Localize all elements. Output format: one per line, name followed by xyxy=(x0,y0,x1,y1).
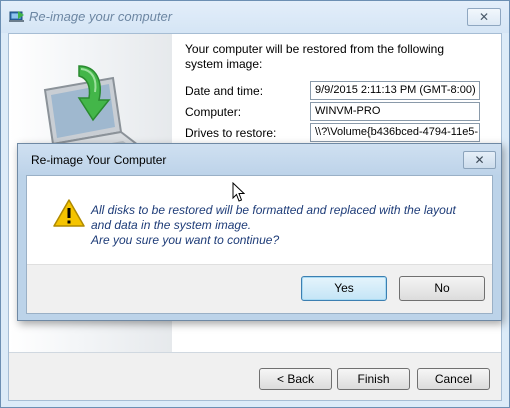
dialog-close-button[interactable]: ✕ xyxy=(463,151,496,169)
drives-to-restore-field[interactable]: \\?\Volume{b436bced-4794-11e5- xyxy=(310,123,480,142)
message-line: All disks to be restored will be formatt… xyxy=(91,203,456,217)
warning-icon xyxy=(53,199,85,227)
cancel-button[interactable]: Cancel xyxy=(417,368,490,390)
no-button[interactable]: No xyxy=(399,276,485,301)
close-icon: ✕ xyxy=(478,10,490,24)
wizard-titlebar[interactable]: Re-image your computer ✕ xyxy=(1,1,509,33)
restore-intro-text: Your computer will be restored from the … xyxy=(185,42,445,71)
date-time-label: Date and time: xyxy=(185,84,264,98)
computer-label: Computer: xyxy=(185,105,242,119)
wizard-footer: < Back Finish Cancel xyxy=(9,353,501,400)
mouse-pointer-icon xyxy=(232,182,245,202)
dialog-message-area: All disks to be restored will be formatt… xyxy=(27,176,492,264)
drives-to-restore-label: Drives to restore: xyxy=(185,126,277,140)
dialog-body: All disks to be restored will be formatt… xyxy=(26,175,493,314)
yes-button[interactable]: Yes xyxy=(301,276,387,301)
back-button[interactable]: < Back xyxy=(259,368,332,390)
message-line: Are you sure you want to continue? xyxy=(91,233,280,247)
computer-field[interactable]: WINVM-PRO xyxy=(310,102,480,121)
message-line: and data in the system image. xyxy=(91,218,252,232)
dialog-title: Re-image Your Computer xyxy=(31,153,167,167)
close-icon: ✕ xyxy=(474,153,485,167)
date-time-field[interactable]: 9/9/2015 2:11:13 PM (GMT-8:00) xyxy=(310,81,480,100)
dialog-button-bar: Yes No xyxy=(27,264,492,313)
wizard-close-button[interactable]: ✕ xyxy=(467,8,501,26)
dialog-titlebar[interactable]: Re-image Your Computer ✕ xyxy=(18,144,501,175)
confirm-reimage-dialog: Re-image Your Computer ✕ All disks to be… xyxy=(17,143,502,321)
finish-button[interactable]: Finish xyxy=(337,368,410,390)
wizard-title: Re-image your computer xyxy=(29,9,173,24)
system-restore-icon xyxy=(9,11,24,22)
